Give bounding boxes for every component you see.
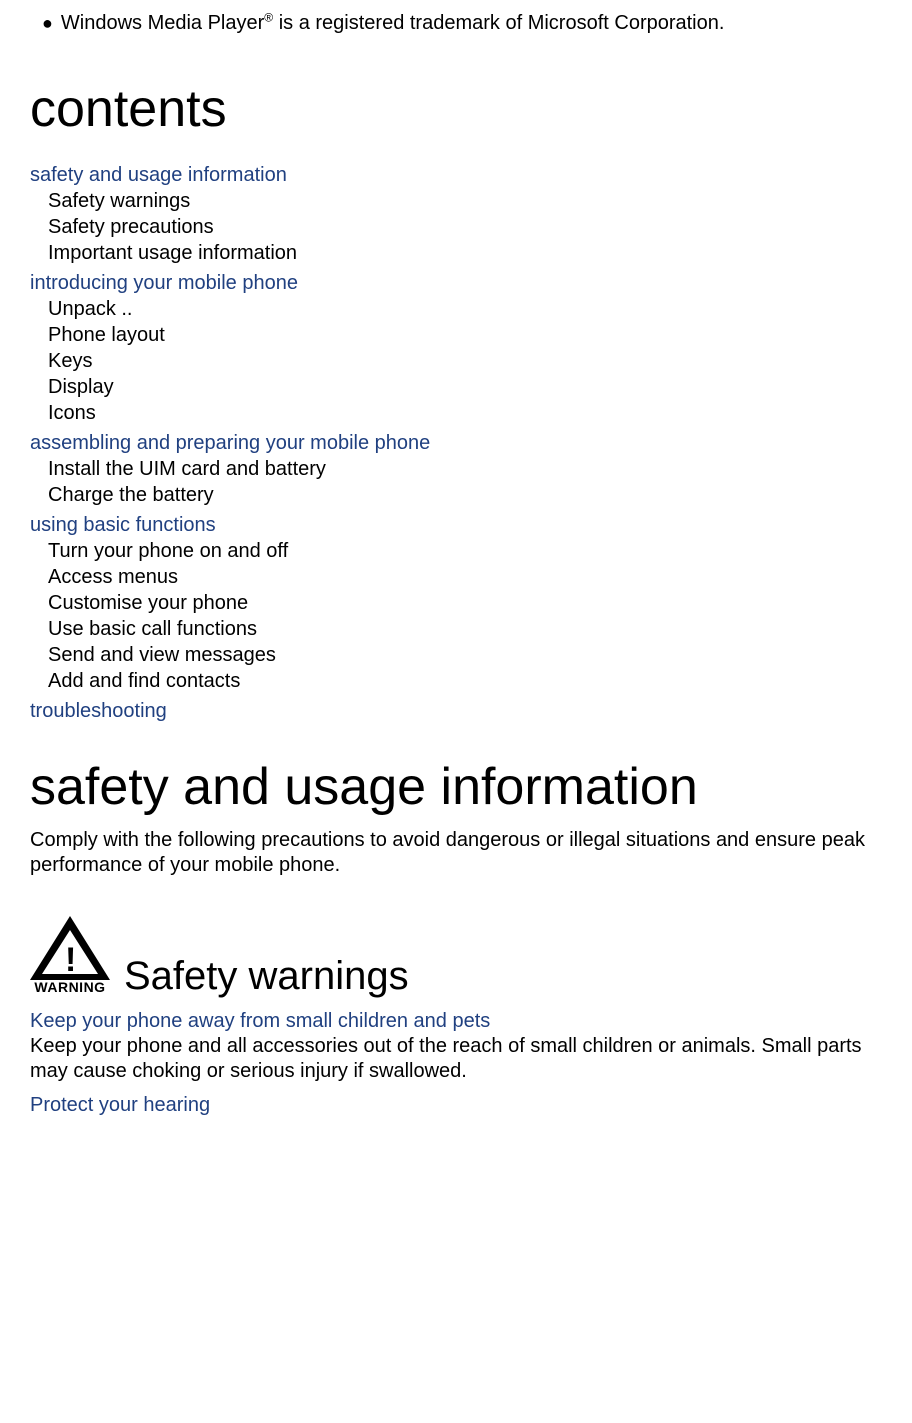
subhead-keep-away: Keep your phone away from small children…: [30, 1008, 882, 1034]
toc-item[interactable]: Safety precautions: [48, 214, 882, 240]
toc-item[interactable]: Access menus: [48, 564, 882, 590]
toc-item[interactable]: Turn your phone on and off: [48, 538, 882, 564]
safety-warnings-title: Safety warnings: [118, 956, 409, 996]
toc-item[interactable]: Customise your phone: [48, 590, 882, 616]
toc-item[interactable]: Display: [48, 374, 882, 400]
toc-item[interactable]: Phone layout: [48, 322, 882, 348]
contents-heading: contents: [30, 76, 882, 144]
toc-item[interactable]: Charge the battery: [48, 482, 882, 508]
bullet-icon: ●: [42, 12, 53, 35]
trademark-prefix: Windows Media Player: [61, 12, 264, 34]
trademark-suffix: is a registered trademark of Microsoft C…: [273, 12, 724, 34]
toc-item[interactable]: Use basic call functions: [48, 616, 882, 642]
toc-item[interactable]: Icons: [48, 400, 882, 426]
toc-section-title[interactable]: assembling and preparing your mobile pho…: [30, 430, 882, 456]
toc-section-title[interactable]: introducing your mobile phone: [30, 270, 882, 296]
trademark-text: Windows Media Player® is a registered tr…: [61, 10, 725, 36]
toc-item[interactable]: Keys: [48, 348, 882, 374]
safety-warnings-heading-row: ! WARNING Safety warnings: [30, 916, 882, 996]
toc-item[interactable]: Send and view messages: [48, 642, 882, 668]
subtext-keep-away: Keep your phone and all accessories out …: [30, 1034, 882, 1084]
toc-section-title[interactable]: troubleshooting: [30, 698, 882, 724]
toc-section-title[interactable]: safety and usage information: [30, 162, 882, 188]
safety-heading: safety and usage information: [30, 760, 882, 815]
toc-item[interactable]: Safety warnings: [48, 188, 882, 214]
toc-item[interactable]: Add and find contacts: [48, 668, 882, 694]
toc-item[interactable]: Important usage information: [48, 240, 882, 266]
trademark-line: ● Windows Media Player® is a registered …: [42, 10, 882, 36]
safety-intro-paragraph: Comply with the following precautions to…: [30, 828, 882, 878]
toc-section-title[interactable]: using basic functions: [30, 512, 882, 538]
warning-icon: ! WARNING: [30, 916, 110, 996]
toc-item[interactable]: Install the UIM card and battery: [48, 456, 882, 482]
registered-sup: ®: [264, 10, 273, 24]
toc-item[interactable]: Unpack ..: [48, 296, 882, 322]
subhead-protect-hearing: Protect your hearing: [30, 1092, 882, 1118]
